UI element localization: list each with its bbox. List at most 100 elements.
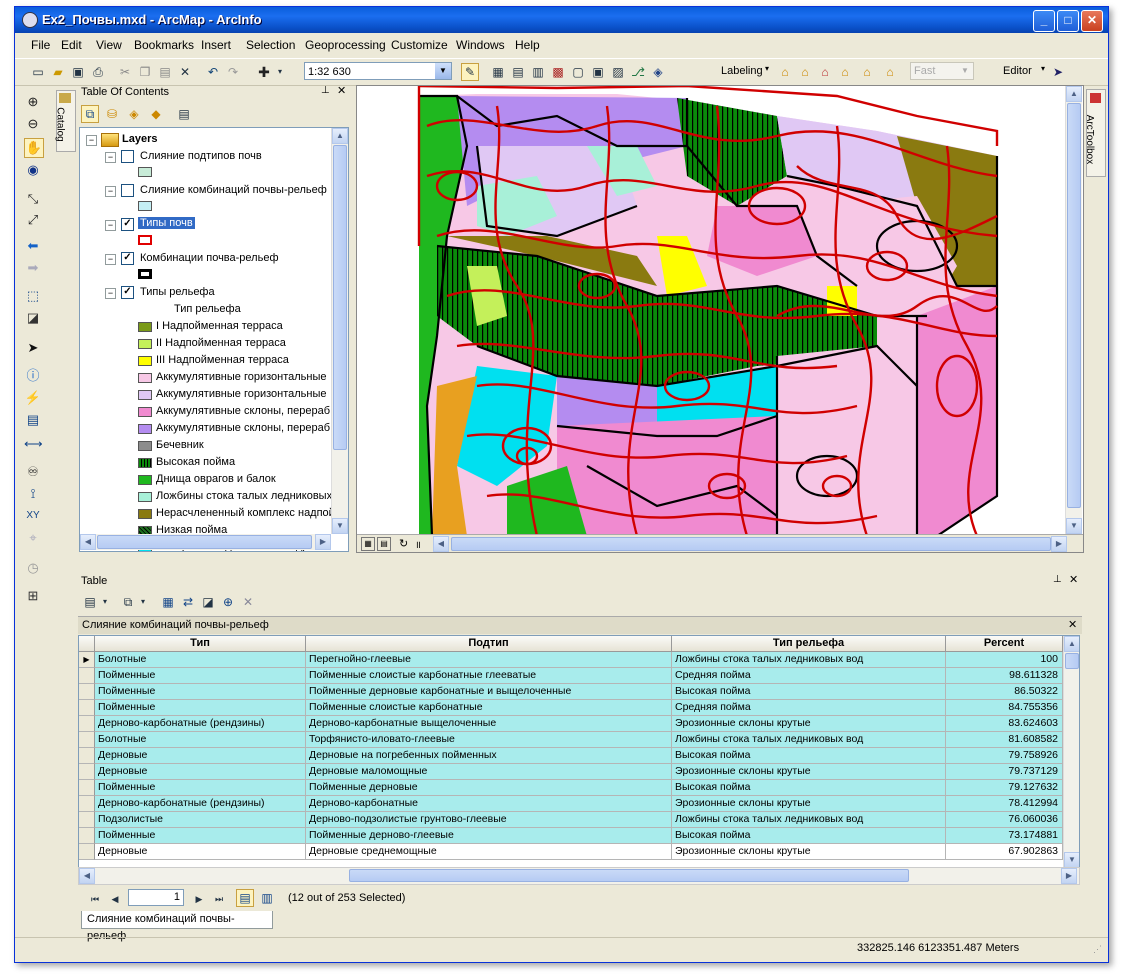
identify-icon[interactable]: ⓘ xyxy=(24,367,42,385)
add-data-dropdown-icon[interactable]: ▾ xyxy=(271,63,289,81)
scroll-left-icon[interactable]: ◀ xyxy=(433,536,449,552)
paste-icon[interactable]: ▤ xyxy=(156,63,174,81)
cell-tip[interactable]: Дерновые xyxy=(95,764,306,780)
legend-item[interactable]: II Надпойменная терраса xyxy=(156,337,286,349)
scroll-right-icon[interactable]: ▶ xyxy=(315,534,331,550)
pan-hand-icon[interactable]: ✋ xyxy=(24,138,44,158)
find-route-icon[interactable]: ⟟ xyxy=(24,485,42,503)
row-selector[interactable] xyxy=(79,796,95,812)
scroll-thumb[interactable] xyxy=(333,145,347,450)
row-selector[interactable] xyxy=(79,716,95,732)
list-by-selection-icon[interactable]: ◆ xyxy=(147,105,165,123)
row-selector[interactable] xyxy=(79,732,95,748)
cell-percent[interactable]: 79.758926 xyxy=(946,748,1063,764)
go-to-xy-icon[interactable]: XY xyxy=(24,507,42,525)
row-selector[interactable] xyxy=(79,668,95,684)
model-builder-icon[interactable]: ▨ xyxy=(609,63,627,81)
scroll-up-icon[interactable]: ▲ xyxy=(332,128,348,144)
legend-swatch[interactable] xyxy=(138,356,152,366)
row-selector[interactable] xyxy=(79,684,95,700)
layer-symbol-swatch[interactable] xyxy=(138,235,152,245)
cell-tip-relefa[interactable]: Ложбины стока талых ледниковых вод xyxy=(672,732,946,748)
editor-toolbar-icon[interactable]: ✎ xyxy=(461,63,479,81)
list-by-visibility-icon[interactable]: ◈ xyxy=(125,105,143,123)
clear-selection-icon[interactable]: ◪ xyxy=(24,309,42,327)
new-document-icon[interactable]: ▭ xyxy=(29,63,47,81)
cell-percent[interactable]: 81.608582 xyxy=(946,732,1063,748)
zoom-in-icon[interactable]: ⊕ xyxy=(24,93,42,111)
cell-tip[interactable]: Пойменные xyxy=(95,828,306,844)
pin-icon[interactable]: ⊥ xyxy=(1053,574,1062,585)
select-elements-icon[interactable]: ➤ xyxy=(24,339,42,357)
map-horizontal-scrollbar[interactable]: ▦ ▤ ↻ ॥ ◀ ▶ xyxy=(357,534,1083,552)
cell-podtip[interactable]: Пойменные дерновые карбонатные и выщелоч… xyxy=(306,684,672,700)
cell-tip[interactable]: Подзолистые xyxy=(95,812,306,828)
data-view-icon[interactable]: ▦ xyxy=(361,537,375,551)
table-horizontal-scrollbar[interactable]: ◀ ▶ xyxy=(78,867,1080,885)
switch-selection-icon[interactable]: ⇄ xyxy=(179,593,197,611)
chevron-down-icon[interactable]: ▾ xyxy=(134,593,152,611)
toc-options-icon[interactable]: ▤ xyxy=(175,105,193,123)
scroll-down-icon[interactable]: ▼ xyxy=(332,518,348,534)
cell-podtip[interactable]: Пойменные дерново-глеевые xyxy=(306,828,672,844)
label-priority-icon[interactable]: ⌂ xyxy=(796,63,814,81)
search-window-icon[interactable]: ▢ xyxy=(569,63,587,81)
resize-grip-icon[interactable]: ⋰ xyxy=(1093,944,1102,955)
full-extent-globe-icon[interactable]: ◉ xyxy=(24,161,42,179)
cut-icon[interactable]: ✂ xyxy=(116,63,134,81)
legend-swatch[interactable] xyxy=(138,492,152,502)
cell-podtip[interactable]: Дерновые маломощные xyxy=(306,764,672,780)
scroll-down-icon[interactable]: ▼ xyxy=(1066,518,1082,534)
toc-horizontal-scrollbar[interactable]: ◀ ▶ xyxy=(80,534,331,550)
arctoolbox-tab[interactable]: ArcToolbox xyxy=(1084,89,1106,177)
next-record-icon[interactable]: ▶ xyxy=(190,890,208,908)
list-by-drawing-order-icon[interactable]: ⧉ xyxy=(81,105,99,123)
menu-geoprocessing[interactable]: Geoprocessing xyxy=(305,38,386,52)
table-row[interactable]: Пойменные Пойменные дерново-глеевые Высо… xyxy=(79,828,1063,844)
scroll-left-icon[interactable]: ◀ xyxy=(80,534,96,550)
legend-item[interactable]: Аккумулятивные горизонтальные xyxy=(156,388,327,400)
chevron-down-icon[interactable]: ▼ xyxy=(435,63,451,79)
cell-tip-relefa[interactable]: Эрозионные склоны крутые xyxy=(672,764,946,780)
create-viewer-window-icon[interactable]: ⊞ xyxy=(24,587,42,605)
layer-tipy-relefa[interactable]: Типы рельефа xyxy=(140,286,215,298)
cell-podtip[interactable]: Перегнойно-глеевые xyxy=(306,652,672,668)
html-popup-icon[interactable]: ▤ xyxy=(24,411,42,429)
legend-item[interactable]: Ложбины стока талых ледниковых xyxy=(156,490,332,502)
layer-visibility-checkbox[interactable]: ✓ xyxy=(121,252,134,265)
map-vertical-scrollbar[interactable]: ▲ ▼ xyxy=(1065,86,1082,534)
table-row[interactable]: Дерновые Дерновые на погребенных пойменн… xyxy=(79,748,1063,764)
time-slider-icon[interactable]: ◷ xyxy=(24,559,42,577)
table-tab[interactable]: Слияние комбинаций почвы-рельеф xyxy=(81,911,273,942)
network-icon[interactable]: ⎇ xyxy=(629,63,647,81)
close-icon[interactable]: ✕ xyxy=(1068,618,1077,631)
row-selector[interactable] xyxy=(79,844,95,860)
cell-percent[interactable]: 78.412994 xyxy=(946,796,1063,812)
close-icon[interactable]: ✕ xyxy=(1069,573,1078,586)
catalog-tab[interactable]: Catalog xyxy=(55,90,76,152)
cell-podtip[interactable]: Пойменные слоистые карбонатные xyxy=(306,700,672,716)
label-weights-icon[interactable]: ⌂ xyxy=(816,63,834,81)
legend-swatch[interactable] xyxy=(138,441,152,451)
cell-percent[interactable]: 76.060036 xyxy=(946,812,1063,828)
layer-visibility-checkbox[interactable]: ✓ xyxy=(121,218,134,231)
labeling-menu[interactable]: Labeling xyxy=(721,65,763,77)
collapse-icon[interactable]: − xyxy=(105,254,116,265)
clear-selection-icon[interactable]: ◪ xyxy=(199,593,217,611)
legend-swatch[interactable] xyxy=(138,475,152,485)
legend-item[interactable]: Аккумулятивные склоны, перераб xyxy=(156,405,330,417)
layer-tipy-pochv[interactable]: Типы почв xyxy=(138,217,195,229)
save-icon[interactable]: ▣ xyxy=(69,63,87,81)
row-selector-header[interactable] xyxy=(79,636,95,652)
catalog-window-icon[interactable]: ▥ xyxy=(529,63,547,81)
layer-kombinacii-pochva-relef[interactable]: Комбинации почва-рельеф xyxy=(140,252,279,264)
cell-tip-relefa[interactable]: Ложбины стока талых ледниковых вод xyxy=(672,652,946,668)
menu-customize[interactable]: Customize xyxy=(391,38,448,52)
cell-tip-relefa[interactable]: Высокая пойма xyxy=(672,684,946,700)
cell-podtip[interactable]: Дерновые на погребенных пойменных xyxy=(306,748,672,764)
collapse-icon[interactable]: − xyxy=(105,288,116,299)
globe-tool-icon[interactable]: ◈ xyxy=(649,63,667,81)
layer-symbol-swatch[interactable] xyxy=(138,201,152,211)
cell-tip-relefa[interactable]: Эрозионные склоны крутые xyxy=(672,796,946,812)
delete-icon[interactable]: ✕ xyxy=(176,63,194,81)
